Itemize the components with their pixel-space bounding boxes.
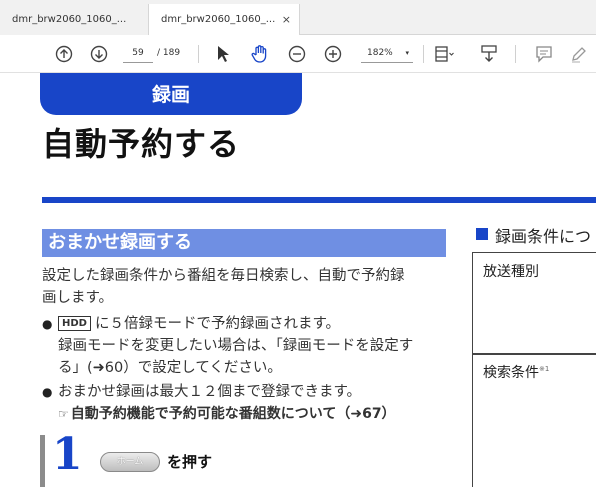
- plus-circle-icon: [324, 45, 342, 63]
- toolbar-divider: [198, 45, 199, 63]
- zoom-in-button[interactable]: [322, 43, 344, 65]
- table-row-text: 検索条件: [483, 365, 539, 381]
- bullet-text-line: る」(➜60）で設定してください。: [58, 360, 282, 376]
- table-row-label: 検索条件※1: [483, 362, 549, 382]
- draw-button[interactable]: [568, 43, 590, 65]
- arrow-up-circle-icon: [55, 45, 73, 63]
- tab-label: dmr_brw2060_1060_...: [161, 14, 276, 25]
- minus-circle-icon: [288, 45, 306, 63]
- conditions-table: 放送種別 検索条件※1: [472, 252, 596, 487]
- section-heading: おまかせ録画する: [42, 229, 446, 257]
- table-row-label: 放送種別: [483, 264, 539, 280]
- heading-square-icon: [476, 228, 488, 240]
- previous-page-button[interactable]: [53, 43, 75, 65]
- tab-bar: dmr_brw2060_1060_... dmr_brw2060_1060_..…: [0, 0, 596, 36]
- chevron-down-icon: ▾: [405, 49, 409, 57]
- table-divider: [473, 353, 596, 355]
- step-number: 1: [52, 429, 83, 480]
- close-icon[interactable]: ×: [282, 13, 291, 26]
- chapter-tab: 録画: [40, 73, 302, 115]
- next-page-button[interactable]: [88, 43, 110, 65]
- reference-link[interactable]: ☞ 自動予約機能で予約可能な番組数について（➜67）: [58, 403, 396, 425]
- toolbar-divider: [423, 45, 424, 63]
- page-title: 自動予約する: [42, 125, 241, 163]
- step-text: を押す: [167, 453, 213, 471]
- hand-icon: [251, 45, 267, 63]
- reference-text: 自動予約機能で予約可能な番組数について（➜67）: [70, 406, 396, 422]
- home-button-illustration: ホーム: [100, 452, 160, 472]
- intro-line: 画します。: [42, 290, 114, 306]
- fit-page-button[interactable]: [433, 43, 455, 65]
- bullet-text-line: に５倍録モードで予約録画されます。: [94, 316, 341, 332]
- arrow-down-circle-icon: [90, 45, 108, 63]
- fit-page-icon: [435, 46, 454, 62]
- document-page: 録画 自動予約する おまかせ録画する 設定した録画条件から番組を毎日検索し、自動…: [0, 73, 596, 487]
- download-button[interactable]: [478, 43, 500, 65]
- bullet-icon: ●: [42, 317, 53, 331]
- bullet-icon: ●: [42, 385, 53, 399]
- tab-document-2[interactable]: dmr_brw2060_1060_... ×: [148, 4, 300, 36]
- right-heading: 録画条件につ: [495, 227, 592, 246]
- hdd-badge: HDD: [58, 316, 91, 331]
- pen-icon: [572, 47, 586, 63]
- comment-icon: [536, 46, 552, 63]
- intro-line: 設定した録画条件から番組を毎日検索し、自動で予約録: [42, 268, 405, 284]
- zoom-value: 182%: [367, 48, 393, 58]
- step-bar: [40, 435, 45, 487]
- hand-tool-button[interactable]: [249, 43, 271, 65]
- page-number-input[interactable]: 59: [123, 45, 153, 63]
- tab-document-1[interactable]: dmr_brw2060_1060_...: [0, 4, 148, 35]
- pdf-toolbar: 59 / 189 182% ▾: [0, 35, 596, 73]
- tab-label: dmr_brw2060_1060_...: [12, 14, 127, 25]
- bullet-text: HDD に５倍録モードで予約録画されます。: [58, 313, 340, 335]
- download-icon: [481, 45, 497, 62]
- title-rule: [42, 197, 596, 203]
- cursor-icon: [218, 46, 229, 62]
- toolbar-divider: [515, 45, 516, 63]
- zoom-out-button[interactable]: [286, 43, 308, 65]
- footnote-mark: ※1: [539, 365, 550, 373]
- reference-icon: ☞: [58, 407, 69, 421]
- select-tool-button[interactable]: [212, 43, 234, 65]
- zoom-select[interactable]: 182% ▾: [361, 45, 413, 63]
- bullet-text-line: おまかせ録画は最大１２個まで登録できます。: [58, 384, 362, 400]
- page-total: / 189: [157, 48, 181, 58]
- comment-button[interactable]: [533, 43, 555, 65]
- bullet-text-line: 録画モードを変更したい場合は、「録画モードを設定す: [58, 338, 414, 354]
